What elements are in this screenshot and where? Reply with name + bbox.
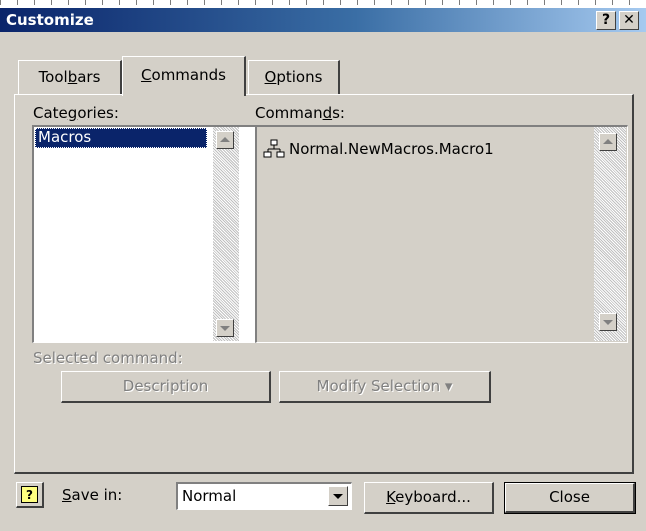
down-arrow-icon [333, 494, 343, 499]
commands-label: Commands: [255, 104, 345, 122]
close-button[interactable]: Close [504, 482, 636, 514]
modify-selection-button[interactable]: Modify Selection ▾ [279, 371, 491, 403]
up-arrow-icon [220, 137, 230, 142]
categories-list[interactable]: Macros [32, 125, 258, 343]
down-arrow-icon [220, 326, 230, 331]
help-button[interactable]: ? [16, 482, 44, 508]
selected-command-label: Selected command: [33, 349, 183, 367]
tab-options-label: Options [264, 68, 323, 86]
categories-label: Categories: [33, 104, 119, 122]
help-icon: ? [21, 486, 38, 503]
macro-icon [263, 139, 285, 158]
keyboard-label: eyboard... [395, 488, 471, 506]
save-in-select[interactable]: Normal [176, 482, 352, 510]
down-arrow-icon [603, 320, 613, 325]
dropdown-arrow-icon: ▾ [444, 377, 453, 395]
window-title: Customize [6, 11, 94, 29]
save-in-label: Save in: [62, 486, 123, 504]
keyboard-button[interactable]: Keyboard... [364, 482, 494, 514]
close-icon: ✕ [623, 12, 635, 28]
categories-scrollbar[interactable] [213, 127, 239, 341]
description-button[interactable]: Description [61, 371, 271, 403]
save-in-value: Normal [182, 487, 237, 505]
save-in-dropdown-button[interactable] [328, 486, 348, 506]
question-icon: ? [601, 12, 611, 28]
command-name: Normal.NewMacros.Macro1 [289, 140, 494, 158]
tab-commands-label: Commands [141, 66, 226, 84]
tab-toolbars[interactable]: Toolbars [18, 60, 122, 94]
top-dotted-artifact [0, 0, 646, 5]
commands-scrollbar[interactable] [594, 127, 626, 341]
scroll-down-button[interactable] [216, 319, 234, 337]
tab-toolbars-label: Toolbars [38, 68, 101, 86]
up-arrow-icon [603, 139, 613, 144]
title-bar: Customize ? ✕ [0, 8, 646, 32]
tab-options[interactable]: Options [248, 60, 340, 94]
modify-selection-label: Modify Selection [316, 377, 441, 395]
help-title-button[interactable]: ? [596, 11, 616, 30]
commands-list[interactable]: Normal.NewMacros.Macro1 [255, 125, 628, 343]
scroll-up-button[interactable] [599, 133, 617, 151]
close-title-button[interactable]: ✕ [619, 11, 639, 30]
tab-commands[interactable]: Commands [122, 56, 246, 96]
keyboard-accel: K [386, 488, 396, 506]
commands-panel: Categories: Macros Commands: Normal.NewM… [14, 94, 634, 474]
customize-dialog: Customize ? ✕ Toolbars Commands Options … [0, 8, 646, 531]
list-item-macros[interactable]: Macros [35, 128, 207, 148]
scroll-down-button[interactable] [599, 313, 617, 331]
close-button-face: Close [505, 483, 635, 513]
scroll-up-button[interactable] [216, 131, 234, 149]
